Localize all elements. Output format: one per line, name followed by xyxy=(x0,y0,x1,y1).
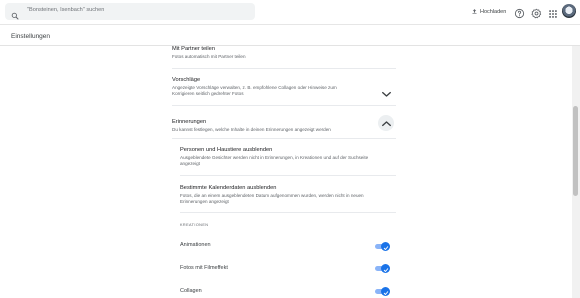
setting-description-line: Korrigieren seitlich gedrehter Fotos xyxy=(172,91,244,96)
section-label-creations: KREATIONEN xyxy=(180,223,209,227)
toggle-thumb xyxy=(381,242,390,251)
upload-button[interactable]: Hochladen xyxy=(471,7,506,17)
search-input[interactable]: "Bonsteinen, Isenbach" suchen xyxy=(27,7,104,13)
top-app-bar: "Bonsteinen, Isenbach" suchen Hochladen xyxy=(0,0,580,25)
apps-grid-icon[interactable] xyxy=(548,6,558,24)
divider xyxy=(172,138,396,139)
toggle-switch[interactable] xyxy=(375,242,390,251)
setting-description-line: Ausgeblendete Gesichter werden nicht in … xyxy=(180,155,369,160)
setting-title: Vorschläge xyxy=(172,77,201,83)
gear-icon[interactable] xyxy=(531,6,542,24)
scrollbar-thumb[interactable] xyxy=(573,106,578,196)
divider xyxy=(172,105,396,106)
help-icon[interactable] xyxy=(514,6,525,24)
toggle-switch[interactable] xyxy=(375,264,390,273)
divider xyxy=(172,68,396,69)
upload-icon xyxy=(471,8,478,17)
collapse-button[interactable] xyxy=(378,115,394,131)
toggle-thumb xyxy=(381,264,390,273)
setting-label: Fotos mit Filmeffekt xyxy=(180,265,228,271)
divider xyxy=(180,175,396,176)
avatar[interactable] xyxy=(562,4,576,18)
setting-label: Collagen xyxy=(180,288,202,294)
chevron-down-icon[interactable] xyxy=(382,85,391,103)
divider xyxy=(180,212,396,213)
setting-title: Erinnerungen xyxy=(172,119,207,125)
chevron-up-icon xyxy=(381,114,391,132)
upload-label: Hochladen xyxy=(480,9,507,15)
check-icon xyxy=(383,238,389,256)
setting-title: Mit Partner teilen xyxy=(172,46,215,52)
settings-panel: Mit Partner teilen Fotos automatisch mit… xyxy=(0,46,580,298)
setting-label: Animationen xyxy=(180,242,211,248)
setting-title: Personen und Haustiere ausblenden xyxy=(180,147,273,153)
setting-description: Fotos automatisch mit Partner teilen xyxy=(172,54,246,59)
check-icon xyxy=(383,283,389,298)
scrollbar[interactable] xyxy=(572,46,580,298)
toggle-switch[interactable] xyxy=(375,287,390,296)
search-bar[interactable]: "Bonsteinen, Isenbach" suchen xyxy=(5,3,255,20)
page-title: Einstellungen xyxy=(11,33,51,40)
setting-description: Du kannst festlegen, welche Inhalte in d… xyxy=(172,127,331,132)
check-icon xyxy=(383,260,389,278)
toggle-thumb xyxy=(381,287,390,296)
setting-title: Bestimmte Kalenderdaten ausblenden xyxy=(180,185,277,191)
setting-description-line: Erinnerungen angezeigt xyxy=(180,199,229,204)
setting-description-line: angezeigt xyxy=(180,161,200,166)
search-icon[interactable] xyxy=(11,7,19,25)
